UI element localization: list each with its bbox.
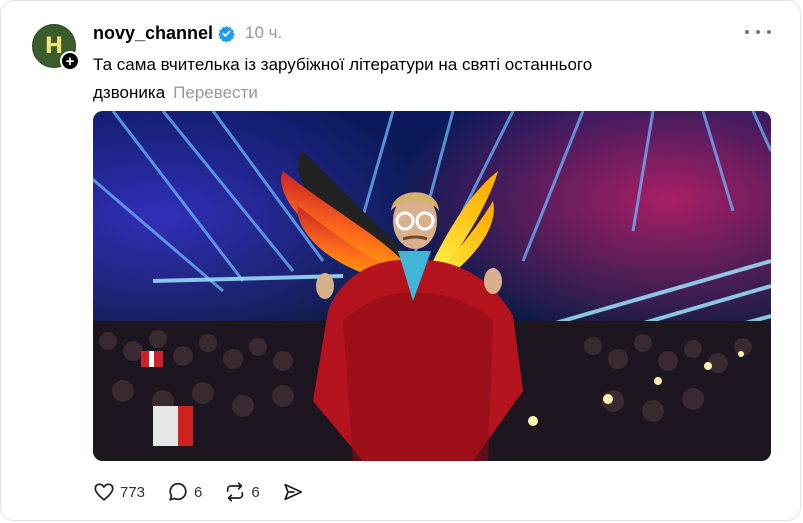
- heart-icon: [94, 483, 114, 501]
- post-header: novy_channel 10 ч.: [93, 22, 282, 44]
- follow-button[interactable]: +: [60, 51, 80, 71]
- comment-icon: [169, 482, 187, 501]
- post-body: Та сама вчителька із зарубіжної літерату…: [93, 55, 593, 102]
- username[interactable]: novy_channel: [93, 23, 213, 44]
- post-text: Та сама вчителька із зарубіжної літерату…: [93, 51, 753, 107]
- repost-icon: [227, 482, 244, 502]
- post-timestamp[interactable]: 10 ч.: [245, 23, 282, 43]
- share-button[interactable]: [282, 481, 304, 503]
- reply-count: 6: [194, 483, 203, 501]
- like-count: 773: [120, 483, 146, 501]
- repost-button[interactable]: 6: [224, 481, 260, 503]
- repost-count: 6: [251, 483, 260, 501]
- verified-badge-icon: [218, 25, 235, 42]
- more-options-icon[interactable]: [745, 23, 771, 41]
- post-video[interactable]: [93, 111, 771, 461]
- reply-button[interactable]: 6: [167, 481, 202, 503]
- like-button[interactable]: 773: [93, 481, 145, 503]
- video-frame-image: [93, 111, 771, 461]
- translate-link[interactable]: Перевести: [173, 83, 258, 102]
- send-icon: [284, 483, 302, 501]
- avatar-letter: H: [44, 33, 64, 59]
- post-card: H + novy_channel 10 ч. Та сама вчителька…: [0, 0, 801, 521]
- post-actions: 773 6 6: [93, 479, 326, 505]
